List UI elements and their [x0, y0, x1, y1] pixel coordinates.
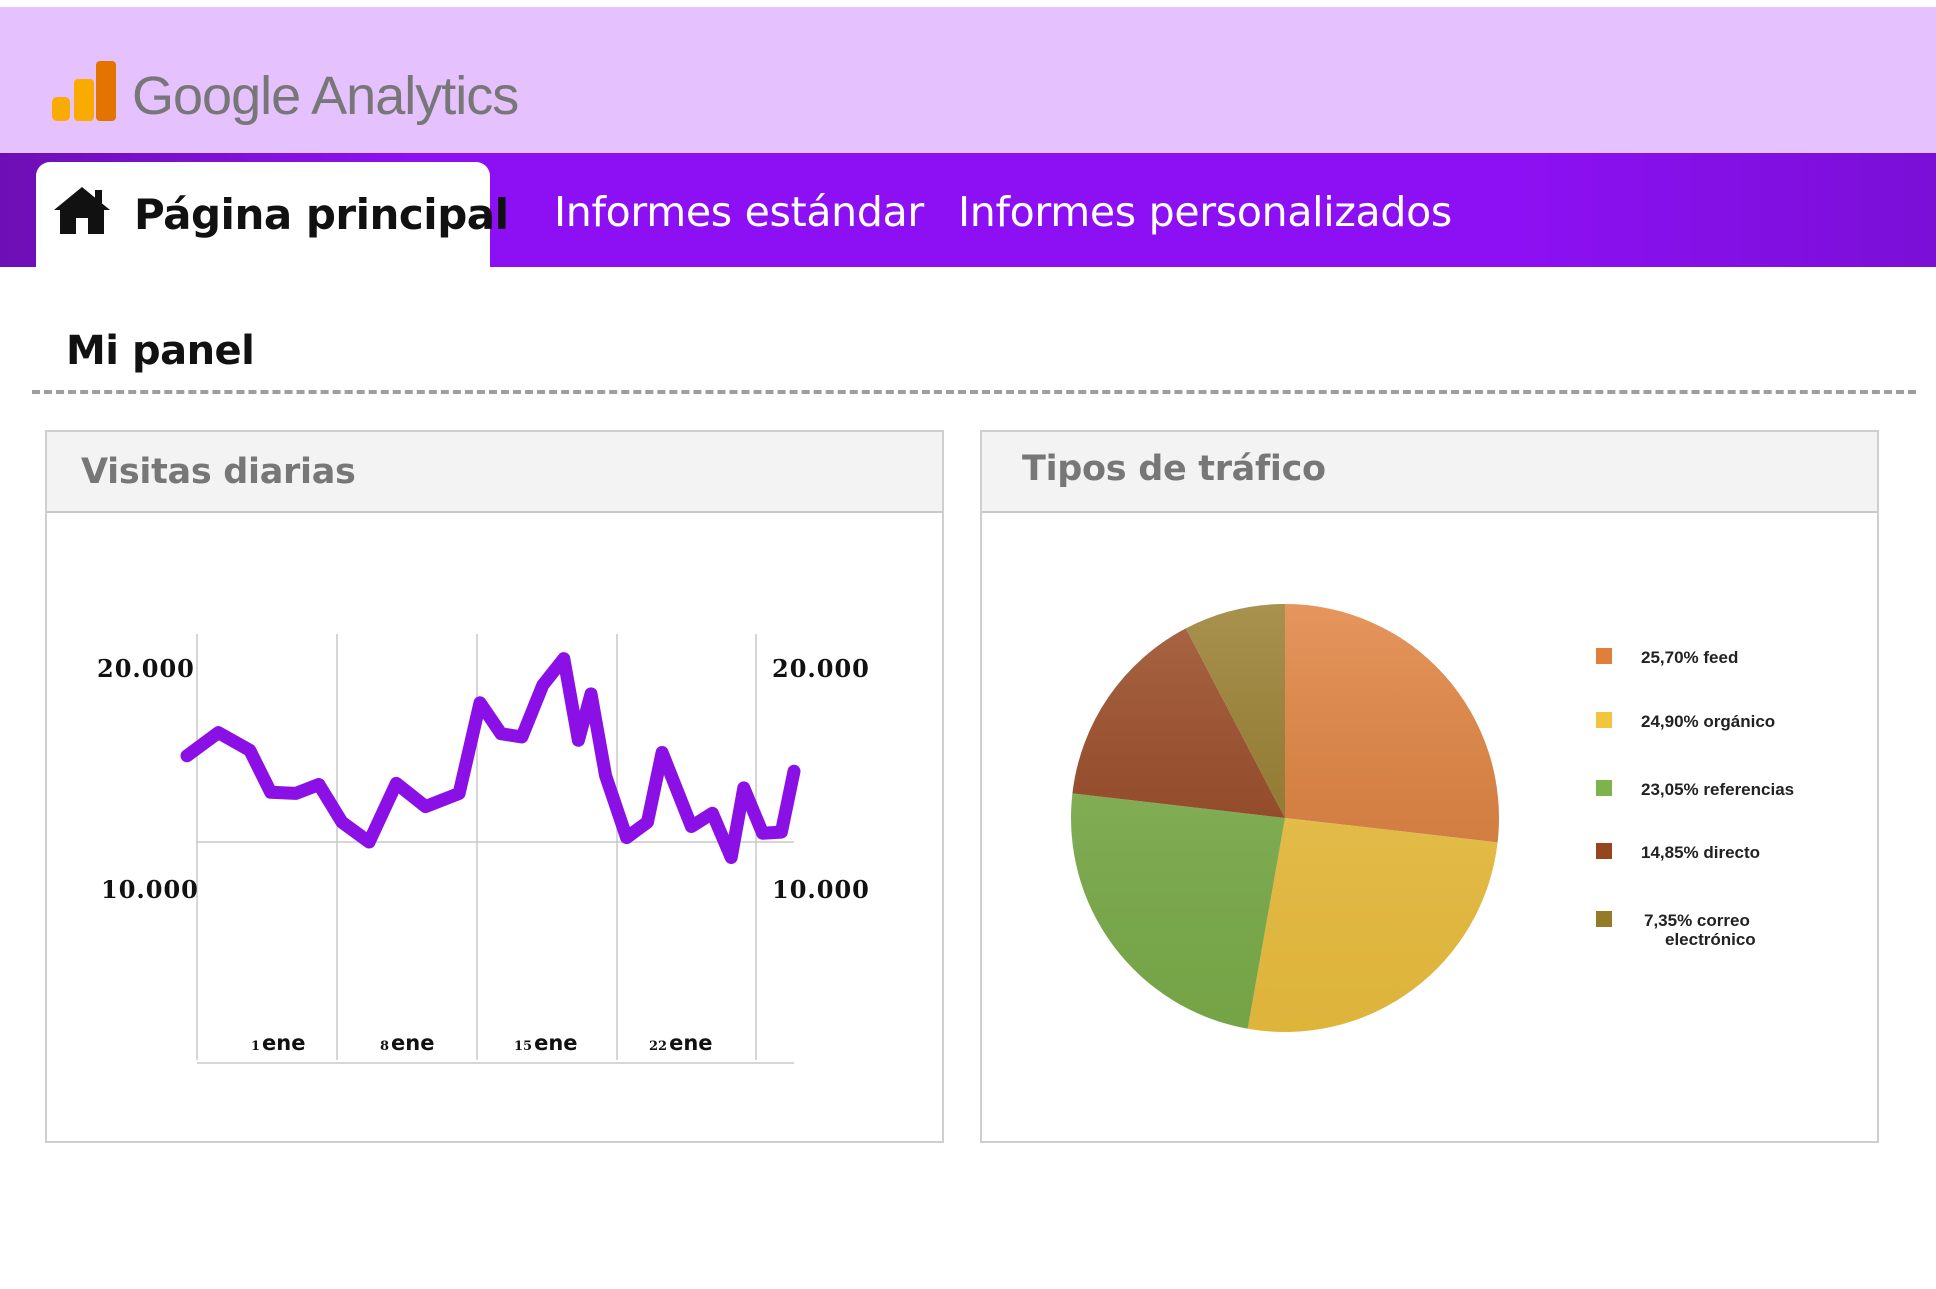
legend-swatch-3: [1596, 780, 1612, 796]
legend-label-4: 14,85% directo: [1641, 843, 1760, 862]
y-tick-left-10000: 10.000: [101, 875, 199, 904]
x-tick-22-ene: 22ene: [649, 1031, 713, 1055]
y-tick-right-10000: 10.000: [772, 875, 870, 904]
visits-series-line: [180, 652, 801, 864]
tab-home-label[interactable]: Página principal: [134, 190, 509, 239]
traffic-card: Tipos de tráfico 25,70% feed 24,90% orgán…: [980, 430, 1879, 1143]
tab-informes-estandar[interactable]: Informes estándar: [554, 188, 924, 236]
y-tick-left-20000: 20.000: [97, 654, 195, 683]
page-title: Mi panel: [66, 328, 255, 374]
header-bar: Google Analytics: [0, 7, 1936, 153]
legend-label-2: 24,90% orgánico: [1641, 712, 1775, 731]
legend-label-5: 7,35% correo electrónico: [1644, 911, 1756, 949]
brand-name: Google Analytics: [132, 66, 519, 126]
tab-informes-personalizados[interactable]: Informes personalizados: [958, 188, 1452, 236]
pie-shading: [1071, 604, 1499, 1032]
legend-swatch-4: [1596, 843, 1612, 859]
x-tick-1-ene: 1ene: [251, 1031, 305, 1055]
legend-label-3: 23,05% referencias: [1641, 780, 1794, 799]
x-tick-8-ene: 8ene: [380, 1031, 434, 1055]
traffic-pie-chart: 25,70% feed 24,90% orgánico 23,05% referen…: [1071, 604, 1794, 1033]
legend-swatch-1: [1596, 648, 1612, 664]
y-tick-right-20000: 20.000: [772, 654, 870, 683]
visits-line-chart: 20.000 10.000 20.000 10.000 1ene 8ene 15…: [97, 634, 870, 1064]
legend-label-1: 25,70% feed: [1641, 648, 1738, 667]
home-icon: [54, 187, 110, 234]
analytics-bars-icon: [52, 61, 116, 121]
divider: [32, 390, 1916, 394]
legend-swatch-2: [1596, 712, 1612, 728]
legend-swatch-5: [1596, 911, 1612, 927]
visits-card: Visitas diarias 20.000 10.000 20.000 10.…: [45, 430, 944, 1143]
x-tick-15-ene: 15ene: [514, 1031, 578, 1055]
